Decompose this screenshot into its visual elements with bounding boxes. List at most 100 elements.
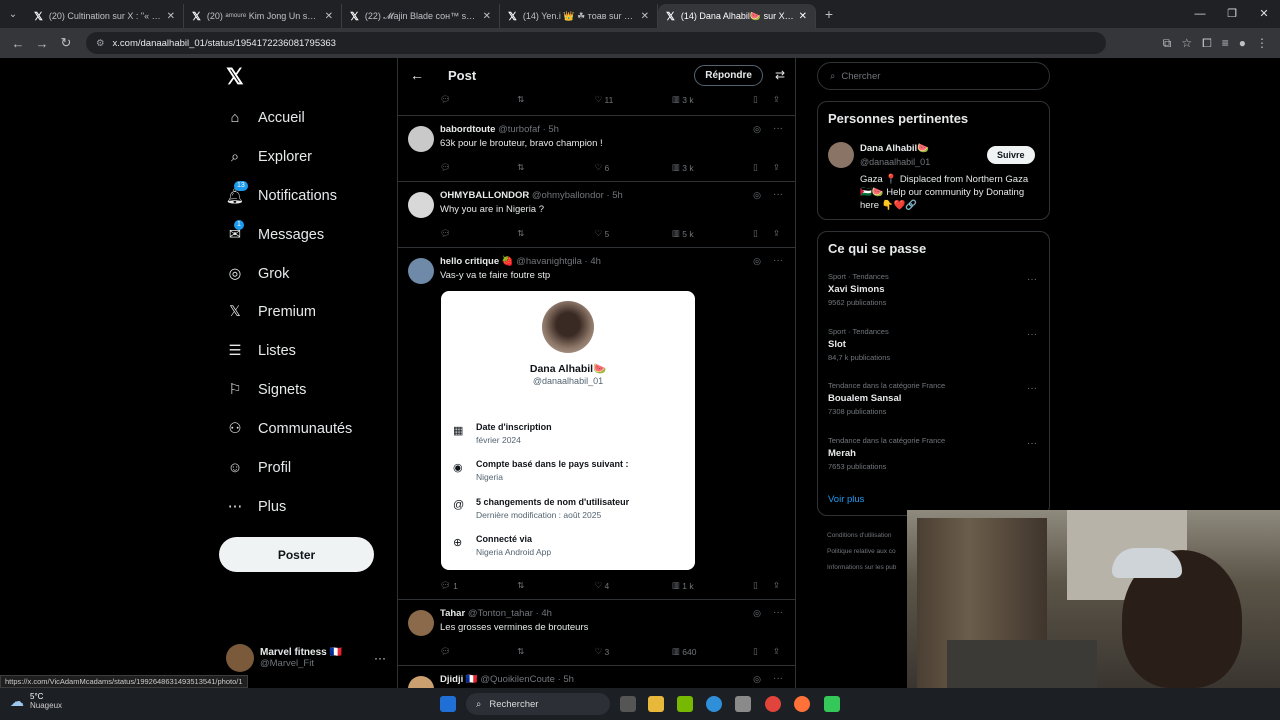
browser-tab-2[interactable]: 𝕏 (20) ᵃᵐᵒᵘʳᵉ Kim Jong Un sur X : " ✕ <box>184 4 342 28</box>
retweet-icon[interactable]: ⇅ <box>517 646 594 657</box>
footer-link[interactable]: Conditions d'utilisation <box>827 532 891 539</box>
task-view-icon[interactable] <box>620 696 636 712</box>
reply-icon[interactable]: 💬︎ <box>440 94 517 105</box>
grok-icon[interactable]: ◎ <box>753 190 761 201</box>
search-input[interactable]: ⌕ Chercher <box>817 62 1050 90</box>
grok-icon[interactable]: ◎ <box>753 124 761 135</box>
minimize-button[interactable]: — <box>1184 0 1216 28</box>
nvidia-icon[interactable] <box>677 696 693 712</box>
reply-button[interactable]: 💬︎ <box>440 162 517 173</box>
footer-link[interactable]: Informations sur les pub <box>827 564 896 571</box>
bookmark-icon[interactable]: ▯ <box>753 646 773 657</box>
bookmark-icon[interactable]: ▯ <box>753 580 773 591</box>
footer-link[interactable]: Politique relative aux co <box>827 548 896 555</box>
retweet-icon[interactable]: ⇅ <box>517 162 594 173</box>
like-button[interactable]: ♡ 6 <box>595 162 672 173</box>
views-button[interactable]: ▥ 3 k <box>672 162 753 173</box>
sidebar-item-accueil[interactable]: ⌂ Accueil <box>226 106 305 130</box>
sidebar-item-explorer[interactable]: ⌕ Explorer <box>226 145 312 169</box>
taskbar-search[interactable]: ⌕ Rechercher <box>466 693 610 715</box>
back-icon[interactable]: ← <box>6 36 30 51</box>
install-icon[interactable]: ⧉ <box>1163 36 1172 51</box>
account-info-card[interactable]: Dana Alhabil🍉 @danaalhabil_01 ▦ Date d'i… <box>441 291 695 570</box>
reply-button[interactable]: 💬︎ <box>440 228 517 239</box>
retweet-icon[interactable]: ⇅ <box>517 580 594 591</box>
grok-icon[interactable]: ◎ <box>753 256 761 267</box>
grok-icon[interactable]: ◎ <box>753 674 761 685</box>
more-icon[interactable]: ··· <box>1027 329 1037 340</box>
x-logo-icon[interactable]: 𝕏 <box>226 64 244 90</box>
bookmark-icon[interactable]: ▯ <box>753 228 773 239</box>
more-icon[interactable]: ··· <box>773 123 783 134</box>
avatar[interactable] <box>408 126 434 152</box>
weather-widget[interactable]: ☁ 5°C Nuageux <box>10 692 62 710</box>
views-button[interactable]: ▥ 1 k <box>672 580 753 591</box>
post-button[interactable]: Poster <box>219 537 374 572</box>
share-icon[interactable]: ⇪ <box>773 162 780 173</box>
profile-icon[interactable]: ● <box>1239 36 1246 51</box>
sidebar-item-premium[interactable]: 𝕏 Premium <box>226 300 316 324</box>
account-switcher[interactable]: Marvel fitness 🇫🇷 @Marvel_Fit ··· <box>226 644 386 672</box>
views-button[interactable]: ▥ 3 k <box>672 94 753 105</box>
like-button[interactable]: ♡ 11 <box>595 94 672 105</box>
reload-icon[interactable]: ↻ <box>54 35 78 51</box>
tab-search-button[interactable]: ⌄ <box>0 9 26 20</box>
avatar[interactable] <box>408 610 434 636</box>
app-icon[interactable] <box>824 696 840 712</box>
forward-icon[interactable]: → <box>30 36 54 51</box>
browser-tab-4[interactable]: 𝕏 (14) Yen.i 👑 ☘ тоав sur X : "V ✕ <box>500 4 658 28</box>
more-icon[interactable]: ··· <box>1027 274 1037 285</box>
avatar[interactable] <box>408 192 434 218</box>
avatar[interactable] <box>408 258 434 284</box>
browser-tab-3[interactable]: 𝕏 (22) 𝓜ajin Blade сон™ sur X : ✕ <box>342 4 500 28</box>
close-icon[interactable]: ✕ <box>799 11 807 22</box>
close-window-button[interactable]: ✕ <box>1248 0 1280 28</box>
author-name[interactable]: OHMYBALLONDOR <box>440 190 529 201</box>
views-button[interactable]: ▥ 5 k <box>672 228 753 239</box>
close-icon[interactable]: ✕ <box>325 11 333 22</box>
media-icon[interactable]: ≡ <box>1222 36 1229 51</box>
new-tab-button[interactable]: + <box>816 6 842 22</box>
follow-button[interactable]: Suivre <box>987 146 1035 164</box>
more-icon[interactable]: ··· <box>1027 383 1037 394</box>
trend-item[interactable]: Tendance dans la catégorie France Bouale… <box>828 381 1043 416</box>
chrome-icon[interactable] <box>765 696 781 712</box>
like-button[interactable]: ♡ 4 <box>595 580 672 591</box>
address-bar[interactable]: ⚙ x.com/danaalhabil_01/status/1954172236… <box>86 32 1106 54</box>
close-icon[interactable]: ✕ <box>167 11 175 22</box>
trend-item[interactable]: Sport · Tendances Xavi Simons 9562 publi… <box>828 272 1043 307</box>
filter-icon[interactable]: ⇄ <box>775 68 785 82</box>
file-explorer-icon[interactable] <box>648 696 664 712</box>
sidebar-item-messages[interactable]: ✉ 1 Messages <box>226 220 324 247</box>
more-icon[interactable]: ··· <box>374 651 386 665</box>
author-name[interactable]: babordtoute <box>440 124 495 135</box>
grok-icon[interactable]: ◎ <box>753 608 761 619</box>
more-icon[interactable]: ··· <box>773 255 783 266</box>
sidebar-item-grok[interactable]: ◎ Grok <box>226 262 290 286</box>
site-info-icon[interactable]: ⚙ <box>96 38 105 49</box>
like-button[interactable]: ♡ 5 <box>595 228 672 239</box>
reply-button[interactable]: Répondre <box>694 64 763 86</box>
like-button[interactable]: ♡ 3 <box>595 646 672 657</box>
back-arrow-icon[interactable]: ← <box>410 67 424 83</box>
share-icon[interactable]: ⇪ <box>773 580 780 591</box>
relevant-name[interactable]: Dana Alhabil🍉 <box>860 143 929 154</box>
close-icon[interactable]: ✕ <box>483 11 491 22</box>
reply-button[interactable]: 💬︎ <box>440 646 517 657</box>
show-more-link[interactable]: Voir plus <box>828 494 864 505</box>
more-icon[interactable]: ··· <box>773 607 783 618</box>
more-icon[interactable]: ··· <box>1027 438 1037 449</box>
store-icon[interactable] <box>735 696 751 712</box>
bookmark-icon[interactable]: ▯ <box>753 94 773 105</box>
sidebar-item-notifications[interactable]: 🔔︎ 13 Notifications <box>226 181 337 208</box>
close-icon[interactable]: ✕ <box>641 11 649 22</box>
windows-start-icon[interactable] <box>440 696 456 712</box>
firefox-icon[interactable] <box>794 696 810 712</box>
menu-icon[interactable]: ⋮ <box>1256 36 1268 51</box>
trend-item[interactable]: Tendance dans la catégorie France Merah … <box>828 436 1043 471</box>
bookmark-icon[interactable]: ▯ <box>753 162 773 173</box>
sidebar-item-profil[interactable]: ☺ Profil <box>226 456 291 480</box>
reply-button[interactable]: 💬︎ 1 <box>440 580 517 591</box>
share-icon[interactable]: ⇪ <box>773 94 780 105</box>
browser-tab-5[interactable]: 𝕏 (14) Dana Alhabil🍉 sur X : "htt ✕ <box>658 4 816 28</box>
